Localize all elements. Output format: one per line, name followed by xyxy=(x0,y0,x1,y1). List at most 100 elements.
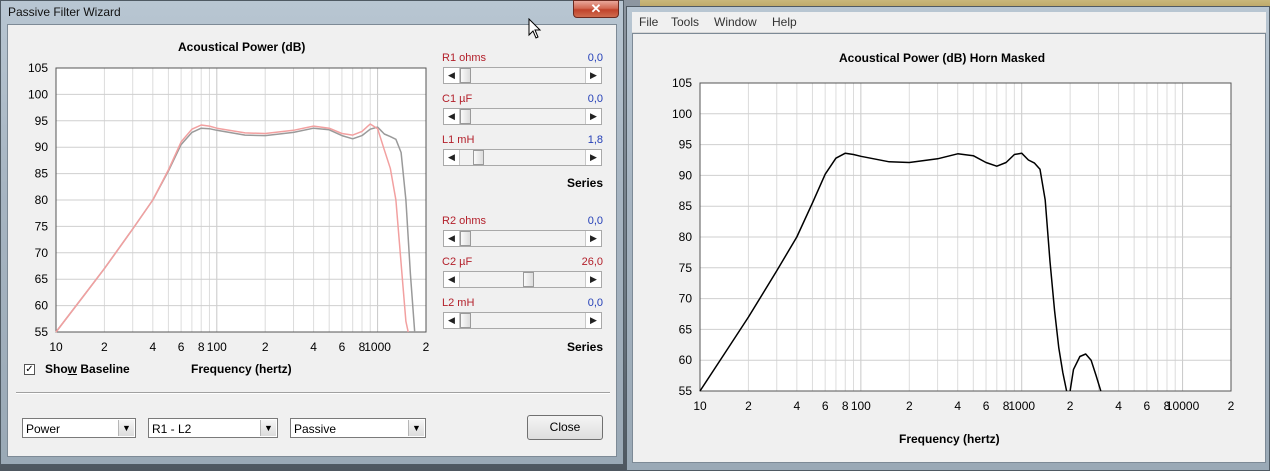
wizard-x-tick-label: 6 xyxy=(339,340,346,354)
main-y-tick-label: 105 xyxy=(672,76,692,90)
mouse-cursor-icon xyxy=(528,18,542,39)
arrow-left-icon[interactable]: ◀ xyxy=(444,231,460,246)
control-value-c1: 0,0 xyxy=(587,93,603,105)
slider-r2[interactable]: ◀ ▶ xyxy=(443,230,602,247)
main-x-tick-label: 10000 xyxy=(1166,399,1200,413)
wizard-y-tick-label: 85 xyxy=(35,167,49,181)
show-baseline-label-part: Sho xyxy=(45,362,68,376)
wizard-x-tick-label: 10 xyxy=(49,340,63,354)
control-label-l1: L1 mH xyxy=(442,134,475,146)
control-value-r2: 0,0 xyxy=(587,215,603,227)
arrow-left-icon[interactable]: ◀ xyxy=(444,313,460,328)
wizard-x-tick-label: 2 xyxy=(423,340,430,354)
menu-window[interactable]: Window xyxy=(714,15,757,29)
control-value-l2: 0,0 xyxy=(587,297,603,309)
arrow-left-icon[interactable]: ◀ xyxy=(444,150,460,165)
slider-l1[interactable]: ◀ ▶ xyxy=(443,149,602,166)
menu-file[interactable]: File xyxy=(639,15,658,29)
arrow-left-icon[interactable]: ◀ xyxy=(444,272,460,287)
control-label-r2: R2 ohms xyxy=(442,215,487,227)
range-dropdown[interactable]: R1 - L2 ▼ xyxy=(148,418,278,438)
arrow-right-icon[interactable]: ▶ xyxy=(585,313,601,328)
chevron-down-icon[interactable]: ▼ xyxy=(118,420,134,436)
arrow-left-icon[interactable]: ◀ xyxy=(444,109,460,124)
checkmark-icon: ✓ xyxy=(25,364,34,375)
wizard-y-tick-label: 90 xyxy=(35,140,49,154)
series-label-upper: Series xyxy=(567,176,604,190)
slider-thumb[interactable] xyxy=(522,272,534,287)
slider-thumb[interactable] xyxy=(460,231,471,246)
arrow-right-icon[interactable]: ▶ xyxy=(585,150,601,165)
main-chart-title: Acoustical Power (dB) Horn Masked xyxy=(839,51,1046,65)
wizard-x-tick-label: 2 xyxy=(262,340,269,354)
arrow-right-icon[interactable]: ▶ xyxy=(585,109,601,124)
main-x-tick-label: 100 xyxy=(851,399,871,413)
main-y-tick-label: 55 xyxy=(679,384,693,398)
arrow-right-icon[interactable]: ▶ xyxy=(585,68,601,83)
wizard-x-tick-label: 2 xyxy=(101,340,108,354)
slider-thumb[interactable] xyxy=(460,109,471,124)
separator-line xyxy=(16,392,610,394)
control-label-c2: C2 µF xyxy=(442,256,473,268)
arrow-right-icon[interactable]: ▶ xyxy=(585,272,601,287)
chevron-down-icon[interactable]: ▼ xyxy=(260,420,276,436)
wizard-x-axis-title: Frequency (hertz) xyxy=(191,362,292,376)
close-button-label: Close xyxy=(549,420,581,434)
series-label-lower: Series xyxy=(567,340,604,354)
close-icon: ✕ xyxy=(590,1,602,16)
wizard-x-tick-label: 4 xyxy=(310,340,317,354)
control-label-r1: R1 ohms xyxy=(442,52,487,64)
filter-type-dropdown[interactable]: Passive ▼ xyxy=(290,418,426,438)
range-dropdown-value: R1 - L2 xyxy=(152,422,192,436)
mode-dropdown[interactable]: Power ▼ xyxy=(22,418,136,438)
slider-thumb[interactable] xyxy=(460,313,471,328)
slider-thumb[interactable] xyxy=(472,150,484,165)
filter-type-dropdown-value: Passive xyxy=(294,422,337,436)
main-chart: 55606570758085909510010510 2 4 6 8 100 2 4 6 8100… xyxy=(672,76,1235,413)
main-y-tick-label: 95 xyxy=(679,138,693,152)
close-button[interactable]: Close xyxy=(527,415,603,440)
control-label-c1: C1 µF xyxy=(442,93,473,105)
control-value-r1: 0,0 xyxy=(587,52,603,64)
wizard-y-tick-label: 100 xyxy=(28,87,48,101)
chevron-down-icon[interactable]: ▼ xyxy=(408,420,424,436)
menu-bar: File Tools Window Help xyxy=(632,12,1266,33)
main-y-tick-label: 90 xyxy=(679,168,693,182)
slider-thumb[interactable] xyxy=(460,68,471,83)
main-x-tick-label: 4 xyxy=(1115,399,1122,413)
main-x-tick-label: 8 xyxy=(842,399,849,413)
slider-c2[interactable]: ◀ ▶ xyxy=(443,271,602,288)
main-x-tick-label: 4 xyxy=(794,399,801,413)
main-x-tick-label: 2 xyxy=(745,399,752,413)
slider-c1[interactable]: ◀ ▶ xyxy=(443,108,602,125)
mode-dropdown-value: Power xyxy=(26,422,61,436)
arrow-right-icon[interactable]: ▶ xyxy=(585,231,601,246)
wizard-x-tick-label: 100 xyxy=(207,340,227,354)
wizard-y-tick-label: 75 xyxy=(35,219,49,233)
wizard-x-tick-label: 1000 xyxy=(364,340,391,354)
wizard-chart-title: Acoustical Power (dB) xyxy=(178,40,306,54)
show-baseline-checkbox[interactable]: ✓ xyxy=(24,364,35,375)
main-y-tick-label: 65 xyxy=(679,322,693,336)
wizard-y-tick-label: 55 xyxy=(35,325,49,339)
control-value-l1: 1,8 xyxy=(587,134,603,146)
show-baseline-label: Show Baseline xyxy=(45,362,130,376)
slider-r1[interactable]: ◀ ▶ xyxy=(443,67,602,84)
main-y-tick-label: 100 xyxy=(672,107,692,121)
control-value-c2: 26,0 xyxy=(581,256,603,268)
wizard-y-tick-label: 80 xyxy=(35,193,49,207)
main-y-tick-label: 60 xyxy=(679,353,693,367)
menu-tools[interactable]: Tools xyxy=(671,15,699,29)
menu-help[interactable]: Help xyxy=(772,15,797,29)
show-baseline-accelerator: w xyxy=(67,362,78,376)
main-y-tick-label: 75 xyxy=(679,261,693,275)
main-y-tick-label: 70 xyxy=(679,292,693,306)
close-window-button[interactable]: ✕ xyxy=(573,0,619,18)
control-label-l2: L2 mH xyxy=(442,297,475,309)
arrow-left-icon[interactable]: ◀ xyxy=(444,68,460,83)
main-x-tick-label: 4 xyxy=(954,399,961,413)
wizard-title: Passive Filter Wizard xyxy=(8,5,121,19)
main-x-axis-title: Frequency (hertz) xyxy=(899,432,1000,446)
slider-l2[interactable]: ◀ ▶ xyxy=(443,312,602,329)
wizard-x-tick-label: 8 xyxy=(198,340,205,354)
